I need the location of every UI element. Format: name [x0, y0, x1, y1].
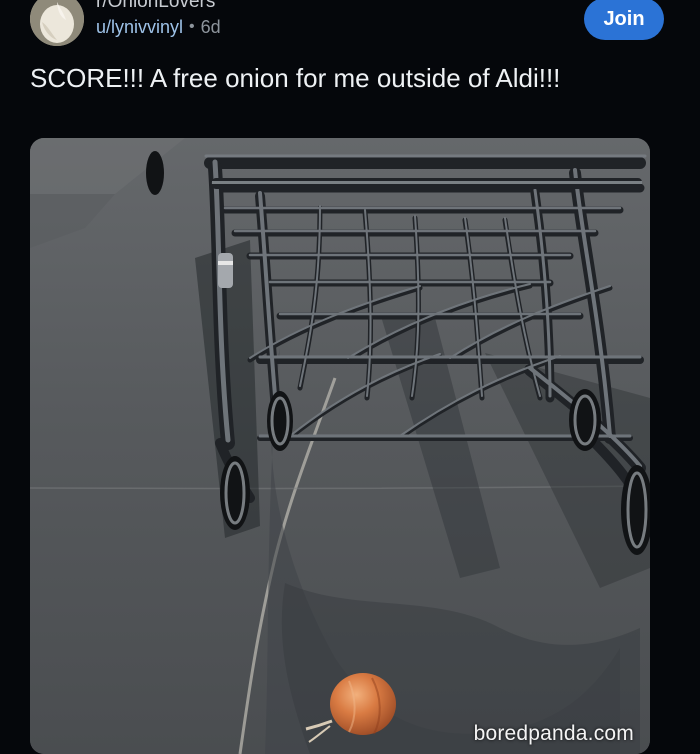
post-image[interactable]: boredpanda.com [30, 138, 650, 754]
meta-separator: • [189, 18, 195, 35]
post-title[interactable]: SCORE!!! A free onion for me outside of … [30, 62, 570, 95]
author-row: u/lynivvinyl • 6d [96, 18, 221, 36]
subreddit-avatar[interactable] [30, 0, 84, 46]
shopping-carts-photo-icon [30, 138, 650, 754]
author-username[interactable]: u/lynivvinyl [96, 18, 183, 36]
post-header: r/OnionLovers u/lynivvinyl • 6d Join [0, 0, 700, 56]
post-meta: r/OnionLovers u/lynivvinyl • 6d [96, 0, 221, 36]
image-watermark: boredpanda.com [473, 722, 634, 745]
post-age: 6d [200, 17, 221, 37]
reddit-post-screen: r/OnionLovers u/lynivvinyl • 6d Join SCO… [0, 0, 700, 754]
subreddit-name[interactable]: r/OnionLovers [96, 0, 221, 14]
join-button[interactable]: Join [584, 0, 664, 40]
onion-avatar-icon [30, 0, 84, 46]
